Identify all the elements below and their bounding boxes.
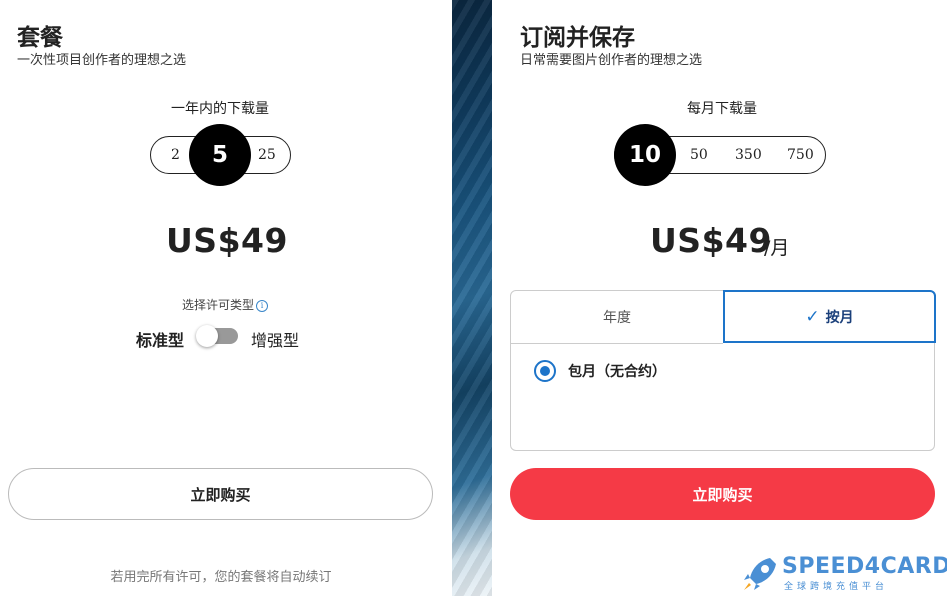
monthly-downloads-label: 每月下载量 xyxy=(687,101,757,117)
toggle-knob xyxy=(196,325,218,347)
sub-option-750[interactable]: 750 xyxy=(787,147,814,163)
subscription-title: 订阅并保存 xyxy=(520,25,635,51)
pack-option-selected[interactable]: 5 xyxy=(189,124,251,186)
license-type-toggle[interactable] xyxy=(196,325,238,347)
logo-tagline: 全球跨境充值平台 xyxy=(784,582,889,592)
info-icon[interactable]: i xyxy=(256,300,268,312)
pack-buy-button[interactable]: 立即购买 xyxy=(8,468,433,520)
tab-monthly-label: 按月 xyxy=(825,309,854,326)
plan-radio[interactable] xyxy=(534,360,556,382)
subscription-price: US$49 xyxy=(650,221,772,260)
pack-panel: 套餐 一次性项目创作者的理想之选 一年内的下载量 2 25 5 US$49 选择… xyxy=(0,0,452,596)
pack-option-2[interactable]: 2 xyxy=(171,147,180,163)
pack-option-25[interactable]: 25 xyxy=(258,147,276,163)
license-type-label: 选择许可类型 xyxy=(181,298,254,312)
billing-options-box: 年度 ✓ 按月 包月（无合约） xyxy=(510,290,936,451)
price-period: /月 xyxy=(764,237,790,259)
rocket-icon xyxy=(744,558,776,590)
license-enhanced-label: 增强型 xyxy=(251,331,300,350)
pack-title: 套餐 xyxy=(17,25,63,51)
background-photo-strip xyxy=(452,0,492,596)
subscription-subtitle: 日常需要图片创作者的理想之选 xyxy=(520,53,703,68)
sub-option-selected[interactable]: 10 xyxy=(614,124,676,186)
pack-price: US$49 xyxy=(166,221,288,260)
subscription-buy-button[interactable]: 立即购买 xyxy=(510,468,935,520)
plan-option-label: 包月（无合约） xyxy=(568,364,666,380)
sub-option-350[interactable]: 350 xyxy=(735,147,762,163)
check-icon: ✓ xyxy=(805,306,820,327)
auto-renew-note: 若用完所有许可，您的套餐将自动续订 xyxy=(110,570,332,585)
radio-selected-dot xyxy=(540,366,550,376)
license-standard-label: 标准型 xyxy=(136,331,185,350)
sub-option-50[interactable]: 50 xyxy=(690,147,708,163)
tab-annual[interactable]: 年度 xyxy=(511,291,723,344)
tab-monthly[interactable]: ✓ 按月 xyxy=(723,290,936,343)
speed4card-logo: SPEED4CARD 全球跨境充值平台 xyxy=(740,552,947,596)
pack-subtitle: 一次性项目创作者的理想之选 xyxy=(17,53,187,68)
yearly-downloads-label: 一年内的下载量 xyxy=(171,101,269,117)
logo-wordmark: SPEED4CARD xyxy=(782,554,947,579)
